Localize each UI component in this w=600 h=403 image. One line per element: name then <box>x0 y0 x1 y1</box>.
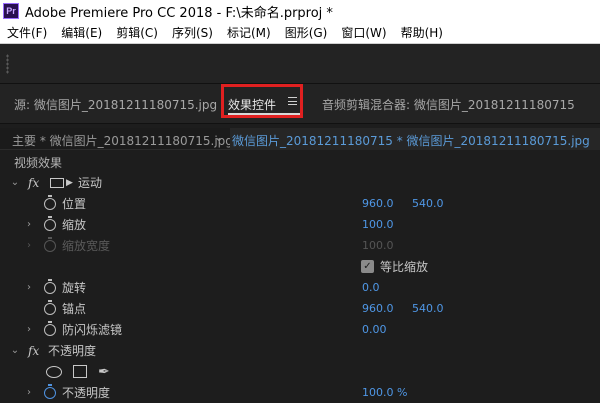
opacity-effect-label: 不透明度 <box>48 344 97 358</box>
chevron-down-icon[interactable]: ⌄ <box>214 130 224 144</box>
chevron-down-icon[interactable]: ⌄ <box>10 345 20 356</box>
motion-label: 运动 <box>78 176 103 190</box>
anchor-x-value[interactable]: 960.0 <box>362 302 394 315</box>
stopwatch-icon[interactable] <box>44 215 56 231</box>
chevron-down-icon[interactable]: ⌄ <box>10 177 20 188</box>
anchor-point-row: 锚点 960.0 540.0 <box>0 298 600 319</box>
title-bar: Pr Adobe Premiere Pro CC 2018 - F:\未命名.p… <box>0 0 600 22</box>
drag-grip-icon[interactable] <box>6 54 9 74</box>
position-y-value[interactable]: 540.0 <box>412 197 444 210</box>
opacity-value[interactable]: 100.0 % <box>362 386 407 399</box>
scale-width-label: 缩放宽度 <box>62 239 111 253</box>
annotation-highlight-box <box>221 84 303 118</box>
chevron-right-icon[interactable]: › <box>24 219 34 230</box>
menu-window[interactable]: 窗口(W) <box>334 24 393 41</box>
uniform-scale-row: ✓ 等比缩放 <box>0 256 600 277</box>
active-clip-label[interactable]: 微信图片_20181211180715 * 微信图片_2018121118071… <box>230 128 600 150</box>
scale-row: › 缩放 100.0 <box>0 214 600 235</box>
rotation-value[interactable]: 0.0 <box>362 281 380 294</box>
stopwatch-icon[interactable] <box>44 278 56 294</box>
tab-audio-clip-mixer[interactable]: 音频剪辑混合器: 微信图片_20181211180715 <box>322 96 575 113</box>
workspace-toolbar <box>0 44 600 84</box>
rotation-row: › 旋转 0.0 <box>0 277 600 298</box>
video-effects-heading: 视频效果 <box>14 156 63 170</box>
play-arrow-icon: ▶ <box>66 177 73 188</box>
chevron-right-icon: › <box>27 240 31 251</box>
scale-label: 缩放 <box>62 218 87 232</box>
menu-help[interactable]: 帮助(H) <box>394 24 450 41</box>
uniform-scale-checkbox[interactable]: ✓ <box>361 260 374 273</box>
stopwatch-icon[interactable] <box>44 299 56 315</box>
master-clip-label[interactable]: 主要 * 微信图片_20181211180715.jpg <box>12 132 233 149</box>
menu-clip[interactable]: 剪辑(C) <box>109 24 165 41</box>
motion-transform-icon[interactable] <box>50 177 64 188</box>
opacity-effect-row[interactable]: ⌄ fx 不透明度 <box>0 340 600 361</box>
position-row: 位置 960.0 540.0 <box>0 193 600 214</box>
menu-marker[interactable]: 标记(M) <box>220 24 278 41</box>
stopwatch-icon[interactable] <box>44 194 56 210</box>
chevron-right-icon[interactable]: › <box>24 387 34 398</box>
chevron-right-icon[interactable]: › <box>24 282 34 293</box>
rotation-label: 旋转 <box>62 281 87 295</box>
uniform-scale-label: 等比缩放 <box>380 260 429 274</box>
stopwatch-icon[interactable] <box>44 320 56 336</box>
scale-width-row: › 缩放宽度 100.0 <box>0 235 600 256</box>
menu-sequence[interactable]: 序列(S) <box>165 24 220 41</box>
anti-flicker-value[interactable]: 0.00 <box>362 323 387 336</box>
pen-mask-icon[interactable]: ✒ <box>98 364 110 380</box>
tab-source[interactable]: 源: 微信图片_20181211180715.jpg <box>14 96 217 113</box>
anchor-y-value[interactable]: 540.0 <box>412 302 444 315</box>
scale-width-value: 100.0 <box>362 239 394 252</box>
opacity-label: 不透明度 <box>62 386 111 400</box>
menu-graphics[interactable]: 图形(G) <box>278 24 335 41</box>
stopwatch-icon <box>44 236 56 252</box>
chevron-right-icon[interactable]: › <box>24 324 34 335</box>
window-title: Adobe Premiere Pro CC 2018 - F:\未命名.prpr… <box>25 5 333 21</box>
menu-edit[interactable]: 编辑(E) <box>54 24 109 41</box>
menu-file[interactable]: 文件(F) <box>0 24 54 41</box>
position-label: 位置 <box>62 197 87 211</box>
scale-value[interactable]: 100.0 <box>362 218 394 231</box>
premiere-app-icon: Pr <box>3 3 19 19</box>
anti-flicker-label: 防闪烁滤镜 <box>62 323 123 337</box>
ellipse-mask-icon[interactable] <box>46 365 62 378</box>
fx-icon[interactable]: fx <box>28 344 39 358</box>
position-x-value[interactable]: 960.0 <box>362 197 394 210</box>
mask-tools-row: ✒ <box>0 361 600 382</box>
motion-effect-row[interactable]: ⌄ fx ▶ 运动 <box>0 172 600 193</box>
rectangle-mask-icon[interactable] <box>73 365 87 378</box>
fx-icon[interactable]: fx <box>28 176 39 190</box>
clip-selector-bar: 主要 * 微信图片_20181211180715.jpg ⌄ 微信图片_2018… <box>0 128 600 150</box>
anti-flicker-row: › 防闪烁滤镜 0.00 <box>0 319 600 340</box>
anchor-point-label: 锚点 <box>62 302 87 316</box>
stopwatch-icon[interactable] <box>44 383 56 399</box>
menu-bar: 文件(F) 编辑(E) 剪辑(C) 序列(S) 标记(M) 图形(G) 窗口(W… <box>0 22 600 44</box>
